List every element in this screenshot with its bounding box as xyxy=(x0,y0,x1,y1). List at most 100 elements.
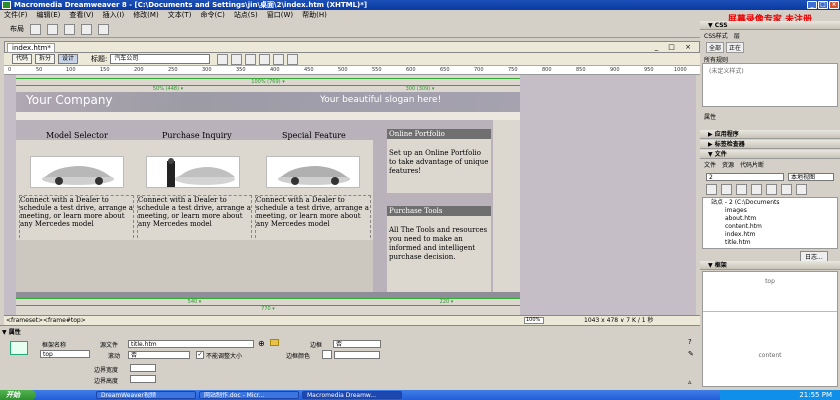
split-view-button[interactable]: 拆分 xyxy=(35,54,56,64)
file-tree-item[interactable]: content.htm xyxy=(711,223,837,231)
tab-index[interactable]: index.htm* xyxy=(7,43,55,53)
design-canvas[interactable]: 100% (769) ▾ 50% (448) ▾ 300 (309) ▾ You… xyxy=(4,75,696,315)
current-button[interactable]: 正在 xyxy=(726,42,745,53)
tag-inspector-header[interactable]: ▶ 标签检查器 xyxy=(700,140,840,149)
expand-icon[interactable] xyxy=(796,184,807,195)
file-tree-item[interactable]: images xyxy=(711,207,837,215)
preview-icon[interactable] xyxy=(231,53,243,65)
start-button[interactable]: 开始 xyxy=(0,390,36,400)
menu-modify[interactable]: 修改(M) xyxy=(133,10,159,21)
menu-commands[interactable]: 命令(C) xyxy=(200,10,224,21)
tab-snippets[interactable]: 代码片断 xyxy=(740,160,764,169)
tabular-data-icon[interactable] xyxy=(98,23,109,35)
validate-icon[interactable] xyxy=(287,53,299,65)
tag-selector[interactable]: <frameset><frame#top> xyxy=(6,316,86,325)
refresh-files-icon[interactable] xyxy=(721,184,732,195)
refresh-icon[interactable] xyxy=(245,53,257,65)
css-rules-empty: (未定义样式) xyxy=(709,68,744,75)
bottom-width: 770 ▾ xyxy=(16,305,520,312)
window-controls: _ □ × xyxy=(807,1,839,9)
file-tree-item[interactable]: title.htm xyxy=(711,239,837,247)
document-window-controls[interactable]: _ □ × xyxy=(655,43,695,51)
tab-assets[interactable]: 资源 xyxy=(722,160,734,169)
properties-header[interactable]: ▼ 属性 xyxy=(2,327,21,336)
ruler-tick: 500 xyxy=(338,67,348,73)
side-title: Purchase Tools xyxy=(387,206,491,216)
feature-text: Connect with a Dealer to schedule a test… xyxy=(137,195,252,243)
folder-icon[interactable] xyxy=(270,339,279,346)
check-in-icon[interactable] xyxy=(781,184,792,195)
menu-window[interactable]: 窗口(W) xyxy=(267,10,293,21)
code-view-button[interactable]: 代码 xyxy=(12,54,33,64)
close-button[interactable]: × xyxy=(829,1,839,9)
side-text: All The Tools and resources you need to … xyxy=(387,216,491,292)
put-icon[interactable] xyxy=(751,184,762,195)
side-title: Online Portfolio xyxy=(387,129,491,139)
menu-site[interactable]: 站点(S) xyxy=(234,10,258,21)
quick-tag-icon[interactable]: ✎ xyxy=(688,350,694,358)
ruler-tick: 750 xyxy=(508,67,518,73)
tab-files[interactable]: 文件 xyxy=(704,160,716,169)
frame-content[interactable]: content xyxy=(703,312,837,359)
application-panel-header[interactable]: ▶ 应用程序 xyxy=(700,130,840,139)
files-panel-header[interactable]: ▼ 文件 xyxy=(700,150,840,159)
ruler-tick: 1000 xyxy=(674,67,687,73)
help-icon[interactable]: ? xyxy=(688,338,692,346)
visual-aids-icon[interactable] xyxy=(273,53,285,65)
connect-icon[interactable] xyxy=(706,184,717,195)
frame-top[interactable]: top xyxy=(703,272,837,312)
zoom-select[interactable]: 100% xyxy=(524,317,544,324)
frame-name-input[interactable]: top xyxy=(40,350,90,358)
system-tray-clock[interactable]: 21:55 PM xyxy=(720,390,840,400)
menu-text[interactable]: 文本(T) xyxy=(168,10,192,21)
margin-width-label: 边界宽度 xyxy=(94,367,119,374)
table-icon[interactable] xyxy=(30,23,41,35)
css-panel-header[interactable]: ▼ CSS xyxy=(700,21,840,30)
layout-table-icon[interactable] xyxy=(47,23,58,35)
layer-icon[interactable] xyxy=(64,23,75,35)
source-input[interactable]: title.htm xyxy=(128,340,254,348)
file-tree-item[interactable]: index.htm xyxy=(711,231,837,239)
insert-category[interactable]: 布局 xyxy=(10,24,24,34)
site-select[interactable]: 2 xyxy=(706,173,784,181)
view-select[interactable]: 本地视图 xyxy=(788,173,834,181)
noresize-checkbox[interactable]: ✓ xyxy=(196,351,204,359)
person-with-car-photo xyxy=(167,158,235,187)
menu-insert[interactable]: 插入(I) xyxy=(103,10,125,21)
border-color-label: 边框颜色 xyxy=(286,353,311,360)
properties-panel: ▼ 属性 框架名称 top 源文件 title.htm ⊕ 边框 否 滚动 否 … xyxy=(0,325,700,390)
menu-file[interactable]: 文件(F) xyxy=(4,10,28,21)
collapse-icon[interactable]: ▵ xyxy=(688,378,692,386)
check-out-icon[interactable] xyxy=(766,184,777,195)
view-options-icon[interactable] xyxy=(259,53,271,65)
border-color-input[interactable] xyxy=(334,351,380,359)
window-size[interactable]: 1043 x 478 ∨ 7 K / 1 秒 xyxy=(584,316,654,325)
design-view-button[interactable]: 设计 xyxy=(58,54,79,64)
menu-edit[interactable]: 编辑(E) xyxy=(37,10,61,21)
maximize-button[interactable]: □ xyxy=(818,1,828,9)
minimize-button[interactable]: _ xyxy=(807,1,817,9)
task-dreamweaver-video[interactable]: DreamWeaver视频 xyxy=(96,391,196,399)
frames-icon[interactable] xyxy=(81,23,92,35)
file-tree-root[interactable]: 站点 - 2 (C:\Documents xyxy=(711,199,837,207)
files-tabs: 文件 资源 代码片断 xyxy=(704,160,764,169)
task-dreamweaver[interactable]: Macromedia Dreamw... xyxy=(302,391,402,399)
menu-view[interactable]: 查看(V) xyxy=(69,10,93,21)
tab-css-styles[interactable]: CSS样式 xyxy=(704,31,728,40)
task-word-doc[interactable]: 网站制作.doc - Micr... xyxy=(199,391,299,399)
menu-help[interactable]: 帮助(H) xyxy=(302,10,327,21)
file-tree-item[interactable]: about.htm xyxy=(711,215,837,223)
border-color-swatch[interactable] xyxy=(322,350,332,359)
frames-panel-header[interactable]: ▼ 框架 xyxy=(700,261,840,270)
tab-layers[interactable]: 层 xyxy=(734,31,740,40)
border-select[interactable]: 否 xyxy=(333,340,381,348)
file-management-icon[interactable] xyxy=(217,53,229,65)
scroll-select[interactable]: 否 xyxy=(128,351,190,359)
title-input[interactable]: 汽车公司 xyxy=(110,54,211,64)
point-to-file-icon[interactable]: ⊕ xyxy=(258,339,265,348)
all-button[interactable]: 全部 xyxy=(706,42,725,53)
margin-width-input[interactable] xyxy=(130,364,156,372)
ruler-tick: 350 xyxy=(236,67,246,73)
get-icon[interactable] xyxy=(736,184,747,195)
margin-height-input[interactable] xyxy=(130,375,156,383)
